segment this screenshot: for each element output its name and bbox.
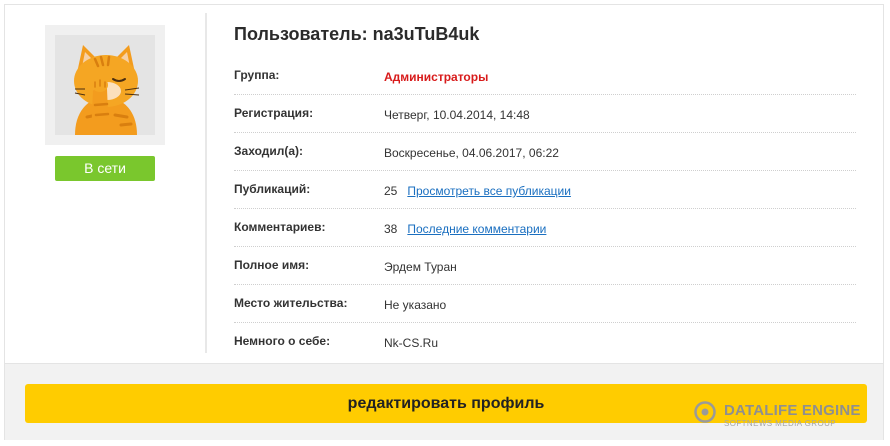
row-label: Группа:: [234, 68, 280, 82]
page-title: Пользователь: na3uTuB4uk: [234, 24, 479, 45]
info-row-full-name: Полное имя: Эрдем Туран: [234, 247, 856, 285]
row-value: Воскресенье, 04.06.2017, 06:22: [384, 146, 559, 160]
profile-sidebar: В сети: [5, 5, 210, 357]
watermark-subtitle: SOFTNEWS MEDIA GROUP: [724, 419, 837, 428]
column-divider: [205, 13, 207, 353]
last-comments-link[interactable]: Последние комментарии: [407, 222, 546, 236]
row-label: Публикаций:: [234, 182, 311, 196]
row-label: Немного о себе:: [234, 334, 331, 348]
row-value-wrap: 25 Просмотреть все публикации: [384, 184, 571, 198]
row-label: Место жительства:: [234, 296, 348, 310]
info-row-group: Группа: Администраторы: [234, 57, 856, 95]
comments-count: 38: [384, 222, 398, 236]
info-row-last-visit: Заходил(а): Воскресенье, 04.06.2017, 06:…: [234, 133, 856, 171]
cat-facepalm-icon: [55, 35, 155, 135]
avatar-image: [55, 35, 155, 135]
info-row-location: Место жительства: Не указано: [234, 285, 856, 323]
title-prefix: Пользователь:: [234, 24, 368, 44]
datalife-logo-icon: [694, 401, 716, 423]
info-row-publications: Публикаций: 25 Просмотреть все публикации: [234, 171, 856, 209]
online-status-badge: В сети: [55, 156, 155, 181]
datalife-engine-watermark: DATALIFE ENGINE SOFTNEWS MEDIA GROUP: [694, 399, 874, 431]
row-value: Четверг, 10.04.2014, 14:48: [384, 108, 530, 122]
row-value: Не указано: [384, 298, 447, 312]
info-table: Группа: Администраторы Регистрация: Четв…: [234, 57, 856, 360]
row-label: Полное имя:: [234, 258, 310, 272]
group-value: Администраторы: [384, 70, 489, 84]
all-publications-link[interactable]: Просмотреть все публикации: [407, 184, 571, 198]
watermark-title: DATALIFE ENGINE: [724, 402, 861, 419]
info-row-about: Немного о себе: Nk-CS.Ru: [234, 323, 856, 360]
row-label: Комментариев:: [234, 220, 326, 234]
avatar: [45, 25, 165, 145]
row-label: Заходил(а):: [234, 144, 304, 158]
info-row-comments: Комментариев: 38 Последние комментарии: [234, 209, 856, 247]
publications-count: 25: [384, 184, 398, 198]
row-label: Регистрация:: [234, 106, 314, 120]
username: na3uTuB4uk: [372, 24, 480, 44]
info-row-registration: Регистрация: Четверг, 10.04.2014, 14:48: [234, 95, 856, 133]
row-value-wrap: 38 Последние комментарии: [384, 222, 546, 236]
row-value: Эрдем Туран: [384, 260, 457, 274]
row-value: Nk-CS.Ru: [384, 336, 439, 350]
profile-card: В сети Пользователь: na3uTuB4uk Группа: …: [4, 4, 884, 440]
